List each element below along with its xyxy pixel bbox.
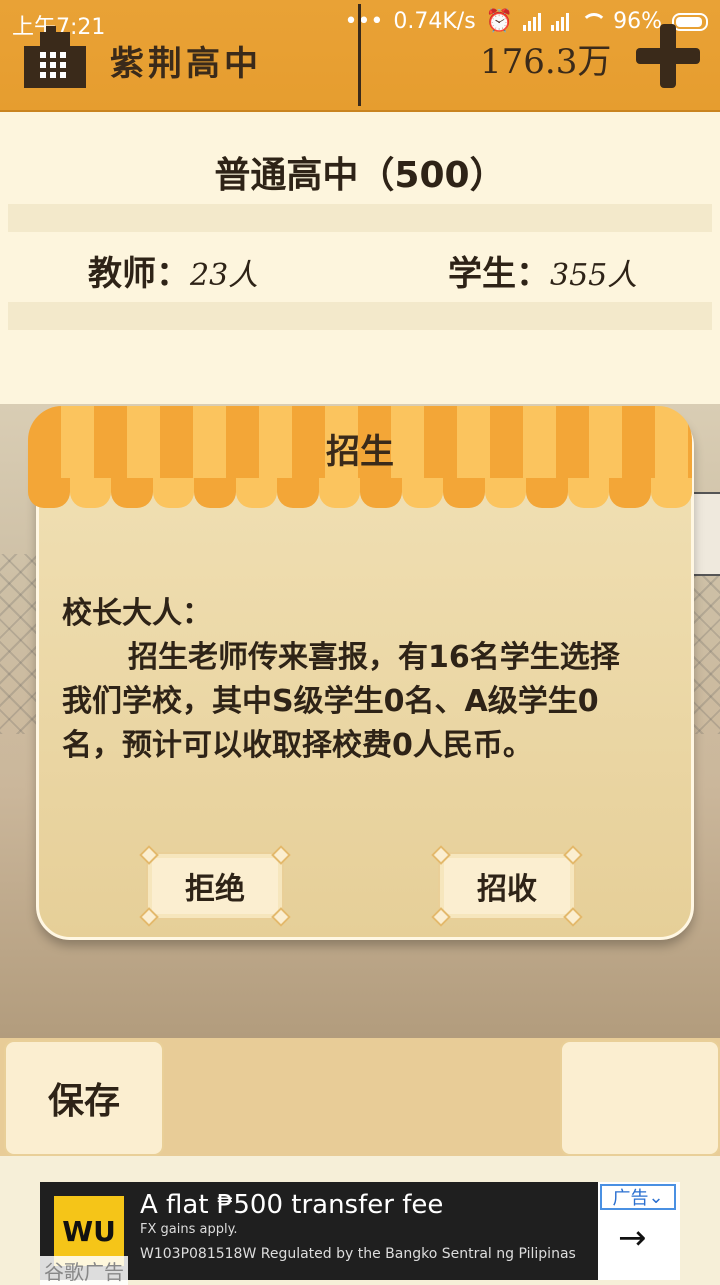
school-type: 普通高中（500） [214,155,506,196]
awning-scallops [28,478,692,508]
header-divider [358,4,361,106]
dialog-greeting: 校长大人： [62,596,212,631]
ad-label: 谷歌广告 [40,1256,128,1285]
ad-badge[interactable]: 广告 ⌄ → [598,1182,680,1280]
student-count: 355人 [550,258,638,293]
ad-tag-label: 广告 [612,1188,649,1209]
student-stat: 学生：355人 [448,246,637,295]
save-label: 保存 [47,1081,120,1122]
dialog-body: 招生老师传来喜报，有16名学生选择我们学校，其中S级学生0名、A级学生0名，预计… [62,640,620,763]
right-action-button[interactable] [560,1040,720,1156]
ad-banner[interactable]: WU A flat ₱500 transfer fee FX gains app… [40,1182,680,1280]
wifi-icon [579,12,608,31]
dialog-message: 校长大人： 招生老师传来喜报，有16名学生选择我们学校，其中S级学生0名、A级学… [62,592,642,768]
alarm-icon: ⏰ [485,9,514,34]
signal-icon [523,12,542,31]
info-stripe [8,302,712,330]
teacher-count: 23人 [190,258,259,293]
money-amount: 176.3万 [480,42,612,82]
teacher-label: 教师： [88,254,190,294]
net-speed: 0.74K/s [393,9,476,34]
accept-button[interactable]: 招收 [431,845,583,927]
chevron-down-icon: ⌄ [648,1186,664,1208]
teacher-stat: 教师：23人 [88,246,258,295]
dialog-title: 招生 [326,432,394,472]
accept-label: 招收 [477,872,537,907]
school-name: 紫荆高中 [110,44,262,84]
add-money-button[interactable] [632,20,704,92]
more-dots-icon: ••• [344,9,384,34]
student-label: 学生： [448,254,550,294]
ad-regulation: W103P081518W Regulated by the Bangko Sen… [140,1246,576,1262]
ad-subtext: FX gains apply. [140,1222,238,1237]
save-button[interactable]: 保存 [4,1040,164,1156]
building-icon[interactable] [16,22,94,88]
ad-tag[interactable]: 广告 ⌄ [600,1184,676,1210]
arrow-right-icon[interactable]: → [618,1218,647,1258]
info-stripe [8,204,712,232]
ad-headline: A flat ₱500 transfer fee [140,1190,444,1220]
reject-label: 拒绝 [185,872,245,907]
signal-icon-2 [551,12,570,31]
reject-button[interactable]: 拒绝 [139,845,291,927]
